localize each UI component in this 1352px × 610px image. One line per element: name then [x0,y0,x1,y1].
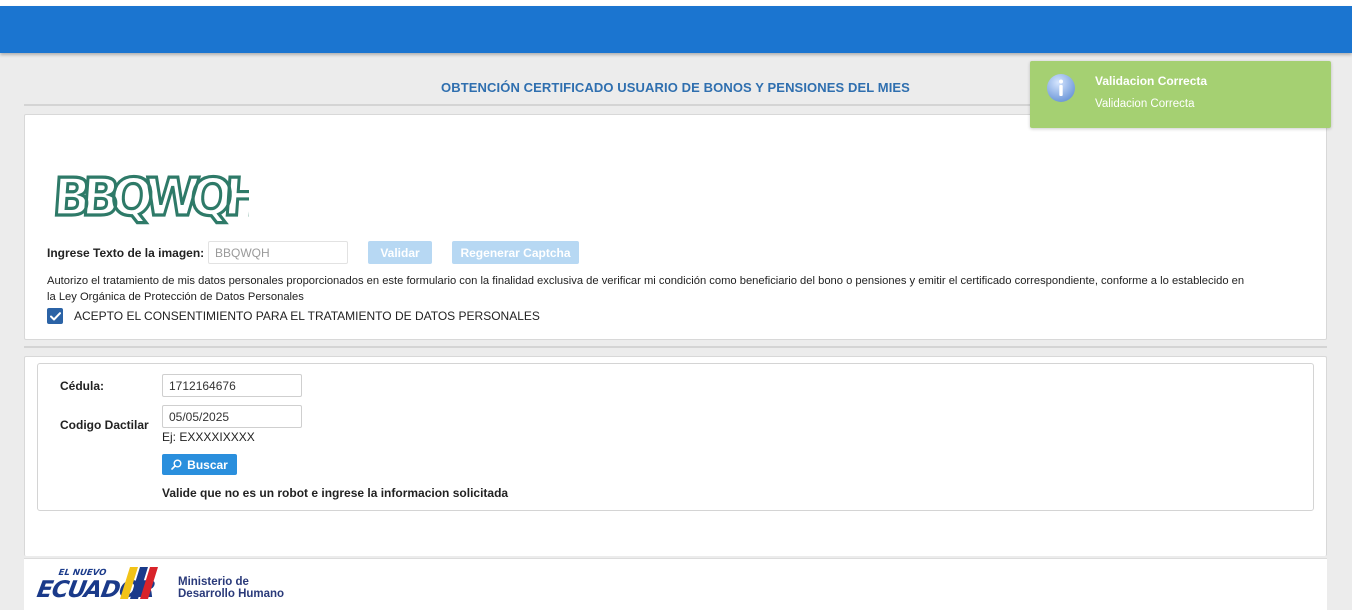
codigo-dactilar-input[interactable] [162,405,302,428]
ministry-line-2: Desarrollo Humano [178,588,285,600]
captcha-panel [24,114,1327,340]
captcha-input-label: Ingrese Texto de la imagen: [47,246,205,260]
search-icon [171,459,182,470]
cedula-input[interactable] [162,374,302,397]
toast-title: Validacion Correcta [1095,74,1208,88]
consent-checkbox-label: ACEPTO EL CONSENTIMIENTO PARA EL TRATAMI… [74,309,540,323]
captcha-input[interactable] [208,241,348,264]
top-navigation-bar [0,6,1352,53]
ecuador-logo: EL NUEVO ECUADOR [36,567,158,603]
codigo-dactilar-example: Ej: EXXXXIXXXX [162,430,255,444]
codigo-dactilar-label: Codigo Dactilar [60,418,149,432]
consent-checkbox[interactable] [47,308,63,324]
regenerate-captcha-button[interactable]: Regenerar Captcha [452,241,579,264]
consent-text: Autorizo el tratamiento de mis datos per… [47,273,1317,305]
captcha-text: BBQWQH [54,167,249,227]
toast-message: Validacion Correcta [1095,98,1195,110]
check-icon [49,311,61,320]
ministry-line-1: Ministerio de [178,576,249,588]
validate-button[interactable]: Validar [368,241,432,264]
search-button-label: Buscar [187,457,228,472]
search-button[interactable]: Buscar [162,454,237,475]
captcha-image: BBQWQH [54,165,249,227]
consent-text-line-2: la Ley Orgánica de Protección de Datos P… [47,291,304,303]
ministry-name: Ministerio de Desarrollo Humano [178,576,284,600]
section-divider [24,346,1327,348]
success-toast[interactable]: Validacion Correcta Validacion Correcta [1030,61,1331,128]
cedula-label: Cédula: [60,379,105,393]
consent-text-line-1: Autorizo el tratamiento de mis datos per… [47,275,1245,287]
info-icon [1047,74,1075,102]
validation-message: Valide que no es un robot e ingrese la i… [162,486,509,500]
